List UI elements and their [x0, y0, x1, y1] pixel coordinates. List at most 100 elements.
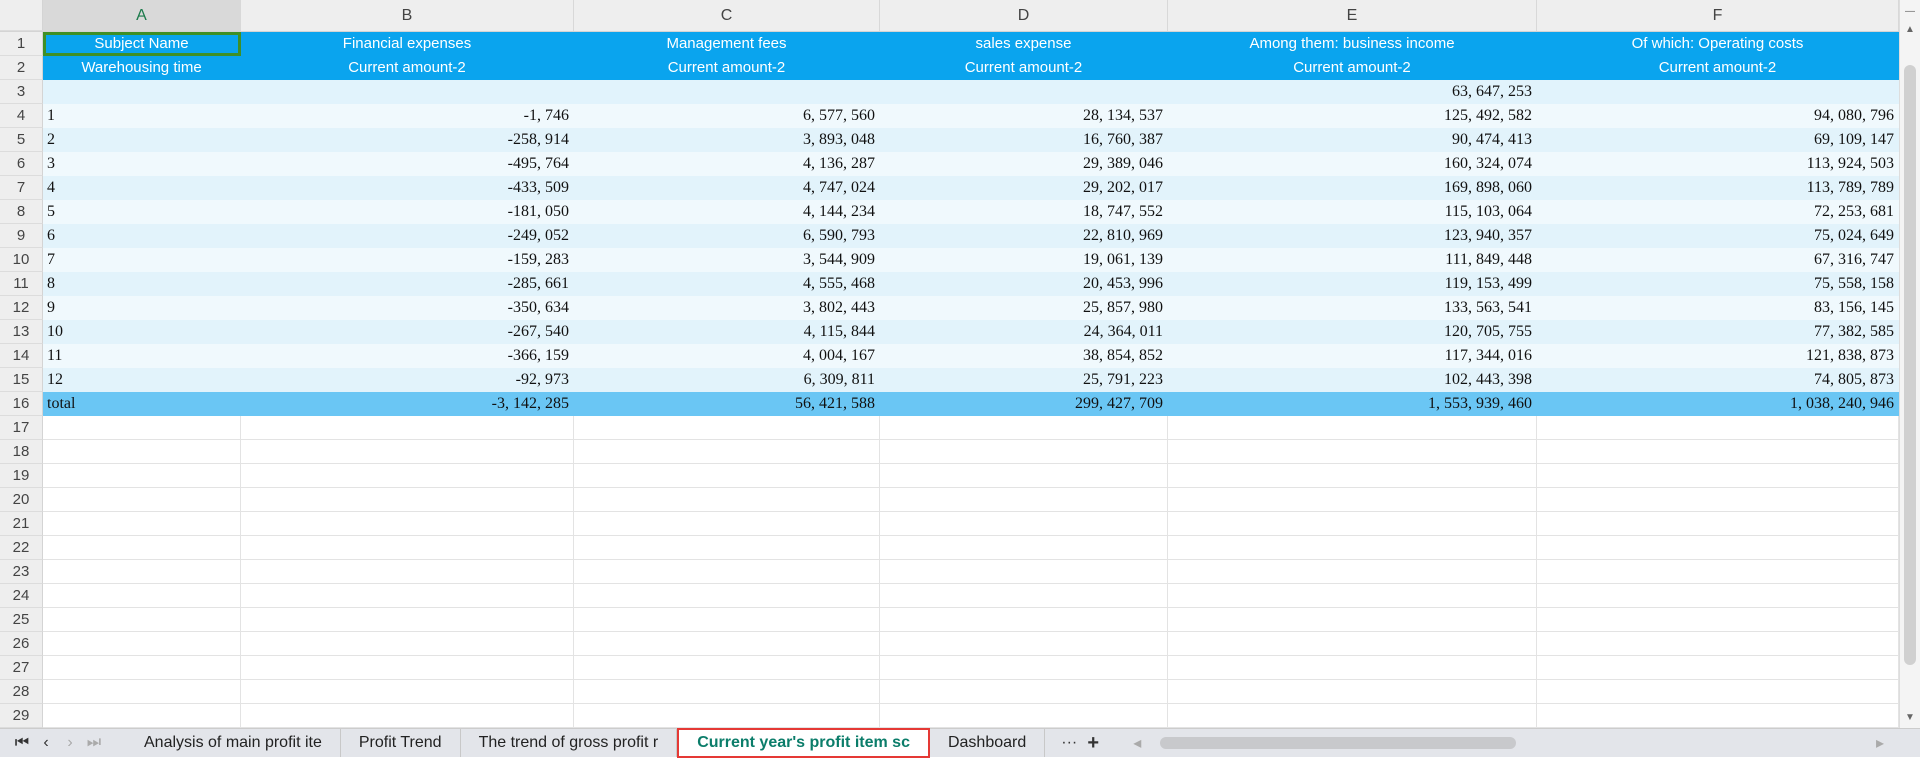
cell[interactable]: Warehousing time [43, 56, 241, 80]
cell[interactable]: -495, 764 [241, 152, 574, 176]
row-header[interactable]: 27 [0, 656, 43, 680]
cell[interactable] [574, 608, 880, 632]
cell[interactable] [880, 704, 1168, 728]
row-header[interactable]: 14 [0, 344, 43, 368]
cell[interactable] [1537, 560, 1899, 584]
row-header[interactable]: 24 [0, 584, 43, 608]
cell[interactable] [574, 536, 880, 560]
cell[interactable]: 11 [43, 344, 241, 368]
cell[interactable]: 25, 791, 223 [880, 368, 1168, 392]
row-header[interactable]: 18 [0, 440, 43, 464]
cell[interactable] [1168, 416, 1537, 440]
cell[interactable] [880, 536, 1168, 560]
cell[interactable]: Of which: Operating costs [1537, 32, 1899, 56]
cell[interactable] [241, 536, 574, 560]
cell[interactable] [43, 80, 241, 104]
cell[interactable] [574, 80, 880, 104]
cell[interactable]: Management fees [574, 32, 880, 56]
cell[interactable]: 20, 453, 996 [880, 272, 1168, 296]
cell[interactable]: 299, 427, 709 [880, 392, 1168, 416]
cell[interactable] [1537, 704, 1899, 728]
cell[interactable]: Among them: business income [1168, 32, 1537, 56]
row-header[interactable]: 10 [0, 248, 43, 272]
cell[interactable] [574, 560, 880, 584]
cell[interactable]: 120, 705, 755 [1168, 320, 1537, 344]
cell[interactable]: -181, 050 [241, 200, 574, 224]
row-header[interactable]: 29 [0, 704, 43, 728]
add-sheet-button[interactable]: + [1081, 732, 1105, 755]
row-header[interactable]: 11 [0, 272, 43, 296]
cell[interactable]: 6, 590, 793 [574, 224, 880, 248]
row-header[interactable]: 1 [0, 32, 43, 56]
sheet-tab[interactable]: Profit Trend [341, 729, 461, 757]
cell[interactable] [880, 440, 1168, 464]
cell[interactable] [880, 680, 1168, 704]
cell[interactable]: 29, 202, 017 [880, 176, 1168, 200]
spreadsheet-grid[interactable]: A B C D E F 1 Subject Name Financial expenses Man… [0, 0, 1899, 728]
cell[interactable]: 6 [43, 224, 241, 248]
cell[interactable] [241, 416, 574, 440]
cell[interactable] [241, 560, 574, 584]
column-header-c[interactable]: C [574, 0, 880, 31]
cell[interactable] [880, 488, 1168, 512]
cell[interactable] [1168, 608, 1537, 632]
cell[interactable]: 1 [43, 104, 241, 128]
cell[interactable] [1168, 680, 1537, 704]
cell[interactable] [241, 488, 574, 512]
cell[interactable]: -350, 634 [241, 296, 574, 320]
cell[interactable] [241, 512, 574, 536]
cell[interactable] [241, 608, 574, 632]
cell[interactable]: 72, 253, 681 [1537, 200, 1899, 224]
cell[interactable]: Current amount-2 [574, 56, 880, 80]
cell[interactable] [1168, 512, 1537, 536]
column-header-e[interactable]: E [1168, 0, 1537, 31]
cell[interactable]: 77, 382, 585 [1537, 320, 1899, 344]
cell[interactable] [241, 80, 574, 104]
cell[interactable] [574, 488, 880, 512]
cell[interactable] [574, 512, 880, 536]
cell[interactable] [43, 680, 241, 704]
cell[interactable] [880, 512, 1168, 536]
cell[interactable] [241, 656, 574, 680]
row-header[interactable]: 12 [0, 296, 43, 320]
sheet-tab[interactable]: Analysis of main profit ite [126, 729, 341, 757]
cell[interactable]: -159, 283 [241, 248, 574, 272]
cell[interactable] [1168, 464, 1537, 488]
first-sheet-icon[interactable]: ⏮ [10, 734, 34, 752]
cell[interactable]: 63, 647, 253 [1168, 80, 1537, 104]
cell[interactable]: 3, 893, 048 [574, 128, 880, 152]
row-header[interactable]: 6 [0, 152, 43, 176]
row-header[interactable]: 23 [0, 560, 43, 584]
cell[interactable]: 3 [43, 152, 241, 176]
cell[interactable]: 119, 153, 499 [1168, 272, 1537, 296]
cell[interactable] [574, 680, 880, 704]
row-header[interactable]: 9 [0, 224, 43, 248]
cell[interactable] [43, 536, 241, 560]
cell[interactable] [241, 704, 574, 728]
cell[interactable]: 102, 443, 398 [1168, 368, 1537, 392]
column-header-b[interactable]: B [241, 0, 574, 31]
more-sheets-button[interactable]: ··· [1057, 734, 1081, 752]
cell[interactable] [574, 584, 880, 608]
cell[interactable]: 94, 080, 796 [1537, 104, 1899, 128]
cell[interactable]: total [43, 392, 241, 416]
cell[interactable]: 123, 940, 357 [1168, 224, 1537, 248]
scroll-left-icon[interactable]: ◂ [1125, 733, 1149, 753]
column-header-f[interactable]: F [1537, 0, 1899, 31]
cell[interactable]: 111, 849, 448 [1168, 248, 1537, 272]
cell[interactable] [241, 680, 574, 704]
vertical-scrollbar[interactable]: — ▲ ▼ [1899, 0, 1920, 728]
cell[interactable] [1168, 656, 1537, 680]
cell[interactable] [43, 656, 241, 680]
row-header[interactable]: 16 [0, 392, 43, 416]
cell[interactable]: -1, 746 [241, 104, 574, 128]
cell[interactable]: -433, 509 [241, 176, 574, 200]
cell[interactable] [1537, 680, 1899, 704]
cell[interactable]: 4, 004, 167 [574, 344, 880, 368]
cell[interactable]: 4 [43, 176, 241, 200]
cell[interactable]: 38, 854, 852 [880, 344, 1168, 368]
cell[interactable]: Current amount-2 [1537, 56, 1899, 80]
cell[interactable]: 2 [43, 128, 241, 152]
row-header[interactable]: 22 [0, 536, 43, 560]
cell[interactable] [880, 584, 1168, 608]
